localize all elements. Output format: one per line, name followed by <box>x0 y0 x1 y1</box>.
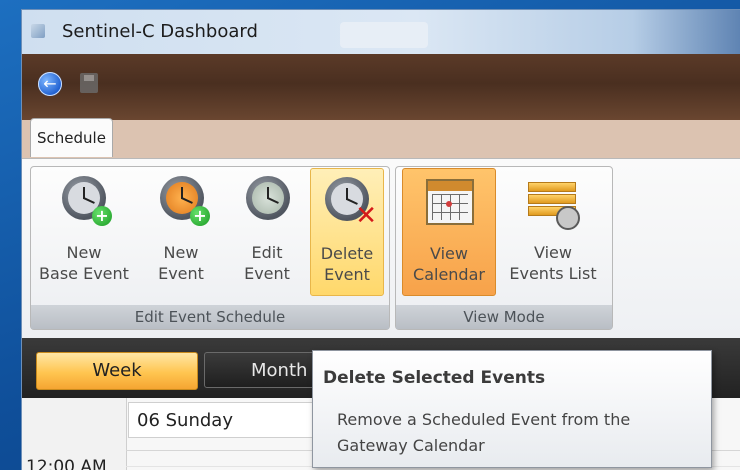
clock-add-icon: + <box>62 176 112 226</box>
group-label-edit-event-schedule: Edit Event Schedule <box>31 305 389 329</box>
quick-access-toolbar <box>22 54 740 120</box>
view-calendar-button[interactable]: View Calendar <box>402 168 496 296</box>
new-base-event-label-2: Base Event <box>39 264 129 283</box>
new-base-event-button[interactable]: + New Base Event <box>36 170 132 292</box>
delete-event-label-1: Delete <box>320 244 374 263</box>
new-event-label-1: New <box>163 243 199 262</box>
edit-event-label-1: Edit <box>251 243 283 262</box>
app-window: Sentinel-C Dashboard ← Schedule Edit Eve… <box>22 10 740 470</box>
back-arrow-icon[interactable]: ← <box>38 72 62 96</box>
title-bar-obscured-area <box>340 22 428 48</box>
clock-add-orange-icon: + <box>160 176 210 226</box>
view-events-list-label-2: Events List <box>509 264 597 283</box>
delete-event-button[interactable]: ✕ Delete Event <box>310 168 384 296</box>
new-event-label-2: Event <box>158 264 204 283</box>
time-label: 12:00 AM <box>26 457 107 470</box>
new-event-button[interactable]: + New Event <box>142 170 220 292</box>
tab-schedule[interactable]: Schedule <box>30 118 113 157</box>
view-calendar-label-1: View <box>430 244 468 263</box>
delete-event-label-2: Event <box>324 265 370 284</box>
clock-edit-icon <box>246 176 290 220</box>
save-icon[interactable] <box>80 73 98 93</box>
tooltip: Delete Selected Events Remove a Schedule… <box>312 350 712 468</box>
edit-event-button[interactable]: Edit Event <box>228 170 306 292</box>
calendar-icon <box>426 179 474 225</box>
title-bar: Sentinel-C Dashboard <box>22 10 740 54</box>
new-base-event-label-1: New <box>66 243 102 262</box>
week-tab[interactable]: Week <box>36 352 198 390</box>
view-events-list-label-1: View <box>534 243 572 262</box>
tooltip-body: Remove a Scheduled Event from the Gatewa… <box>337 410 631 455</box>
app-icon <box>31 24 45 38</box>
events-list-icon <box>528 182 580 230</box>
tooltip-title: Delete Selected Events <box>323 368 546 388</box>
ribbon-tab-strip <box>22 120 740 158</box>
view-events-list-button[interactable]: View Events List <box>502 170 604 292</box>
group-label-view-mode: View Mode <box>396 305 612 329</box>
window-title: Sentinel-C Dashboard <box>62 21 258 42</box>
view-calendar-label-2: Calendar <box>413 265 485 284</box>
clock-delete-icon: ✕ <box>325 177 377 229</box>
edit-event-label-2: Event <box>244 264 290 283</box>
